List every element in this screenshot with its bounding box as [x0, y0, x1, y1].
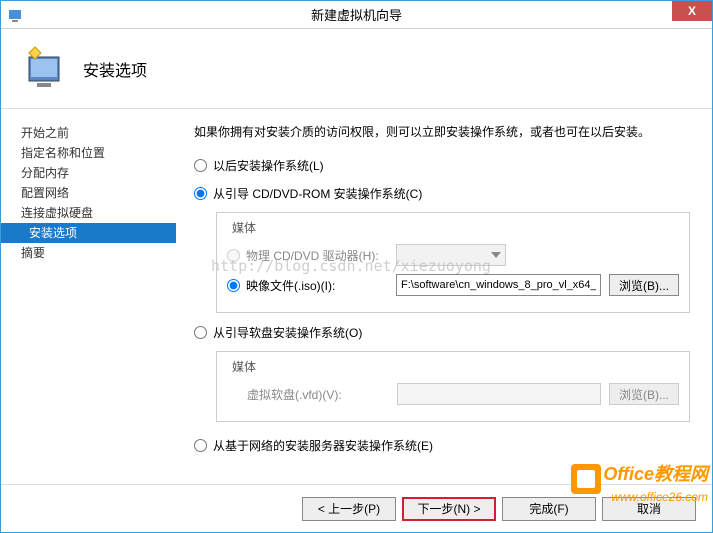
option-iso-file[interactable]: 映像文件(.iso)(I): 浏览(B)...	[227, 272, 679, 298]
radio-physical-drive	[227, 249, 240, 262]
radio-iso-file[interactable]	[227, 279, 240, 292]
option-physical-drive: 物理 CD/DVD 驱动器(H):	[227, 242, 679, 268]
label-physical-drive: 物理 CD/DVD 驱动器(H):	[246, 247, 396, 264]
brand-icon	[571, 464, 601, 494]
label-install-network: 从基于网络的安装服务器安装操作系统(E)	[213, 437, 433, 454]
finish-button[interactable]: 完成(F)	[502, 497, 596, 521]
sidebar-item-name[interactable]: 指定名称和位置	[1, 143, 176, 163]
option-install-floppy[interactable]: 从引导软盘安装操作系统(O)	[194, 323, 690, 341]
titlebar: 新建虚拟机向导 X	[1, 1, 712, 29]
brand-name: Office教程网	[603, 464, 708, 484]
window-title: 新建虚拟机向导	[311, 5, 402, 24]
media-group-cd-title: 媒体	[229, 219, 259, 236]
label-install-cd: 从引导 CD/DVD-ROM 安装操作系统(C)	[213, 185, 422, 202]
physical-drive-combo	[396, 244, 506, 266]
radio-install-cd[interactable]	[194, 187, 207, 200]
prev-button[interactable]: < 上一步(P)	[302, 497, 396, 521]
browse-vfd-button: 浏览(B)...	[609, 383, 679, 405]
wizard-icon	[21, 45, 69, 93]
sidebar: 开始之前 指定名称和位置 分配内存 配置网络 连接虚拟硬盘 安装选项 摘要	[1, 109, 176, 484]
iso-path-input[interactable]	[396, 274, 601, 296]
label-install-later: 以后安装操作系统(L)	[213, 157, 324, 174]
app-icon	[7, 7, 23, 23]
close-button[interactable]: X	[672, 1, 712, 21]
sidebar-item-install[interactable]: 安装选项	[1, 223, 176, 243]
page-title: 安装选项	[83, 57, 147, 81]
sidebar-item-network[interactable]: 配置网络	[1, 183, 176, 203]
radio-install-network[interactable]	[194, 439, 207, 452]
wizard-window: 新建虚拟机向导 X 安装选项 开始之前 指定名称和位置 分配内存 配置网络 连接…	[0, 0, 713, 533]
next-button[interactable]: 下一步(N) >	[402, 497, 496, 521]
sidebar-item-summary[interactable]: 摘要	[1, 243, 176, 263]
body: 开始之前 指定名称和位置 分配内存 配置网络 连接虚拟硬盘 安装选项 摘要 如果…	[1, 109, 712, 484]
vfd-path-input	[397, 383, 601, 405]
label-iso-file: 映像文件(.iso)(I):	[246, 277, 396, 294]
brand-url: www.office26.com	[611, 490, 708, 504]
label-vfd: 虚拟软盘(.vfd)(V):	[247, 386, 397, 403]
header: 安装选项	[1, 29, 712, 109]
content: 如果你拥有对安装介质的访问权限，则可以立即安装操作系统，或者也可在以后安装。 以…	[176, 109, 712, 484]
option-install-later[interactable]: 以后安装操作系统(L)	[194, 156, 690, 174]
brand-overlay: Office教程网	[571, 460, 708, 490]
media-group-floppy: 媒体 虚拟软盘(.vfd)(V): 浏览(B)...	[216, 351, 690, 422]
radio-install-later[interactable]	[194, 159, 207, 172]
label-install-floppy: 从引导软盘安装操作系统(O)	[213, 324, 362, 341]
chevron-down-icon	[487, 245, 505, 265]
radio-install-floppy[interactable]	[194, 326, 207, 339]
sidebar-item-before[interactable]: 开始之前	[1, 123, 176, 143]
intro-text: 如果你拥有对安装介质的访问权限，则可以立即安装操作系统，或者也可在以后安装。	[194, 123, 690, 140]
option-install-network[interactable]: 从基于网络的安装服务器安装操作系统(E)	[194, 436, 690, 454]
footer: < 上一步(P) 下一步(N) > 完成(F) 取消	[1, 484, 712, 532]
sidebar-item-memory[interactable]: 分配内存	[1, 163, 176, 183]
sidebar-item-disk[interactable]: 连接虚拟硬盘	[1, 203, 176, 223]
option-vfd: 虚拟软盘(.vfd)(V): 浏览(B)...	[227, 381, 679, 407]
media-group-cd: 媒体 物理 CD/DVD 驱动器(H): 映像文件(.iso)(I): 浏览(B…	[216, 212, 690, 313]
browse-iso-button[interactable]: 浏览(B)...	[609, 274, 679, 296]
option-install-cd[interactable]: 从引导 CD/DVD-ROM 安装操作系统(C)	[194, 184, 690, 202]
media-group-floppy-title: 媒体	[229, 358, 259, 375]
